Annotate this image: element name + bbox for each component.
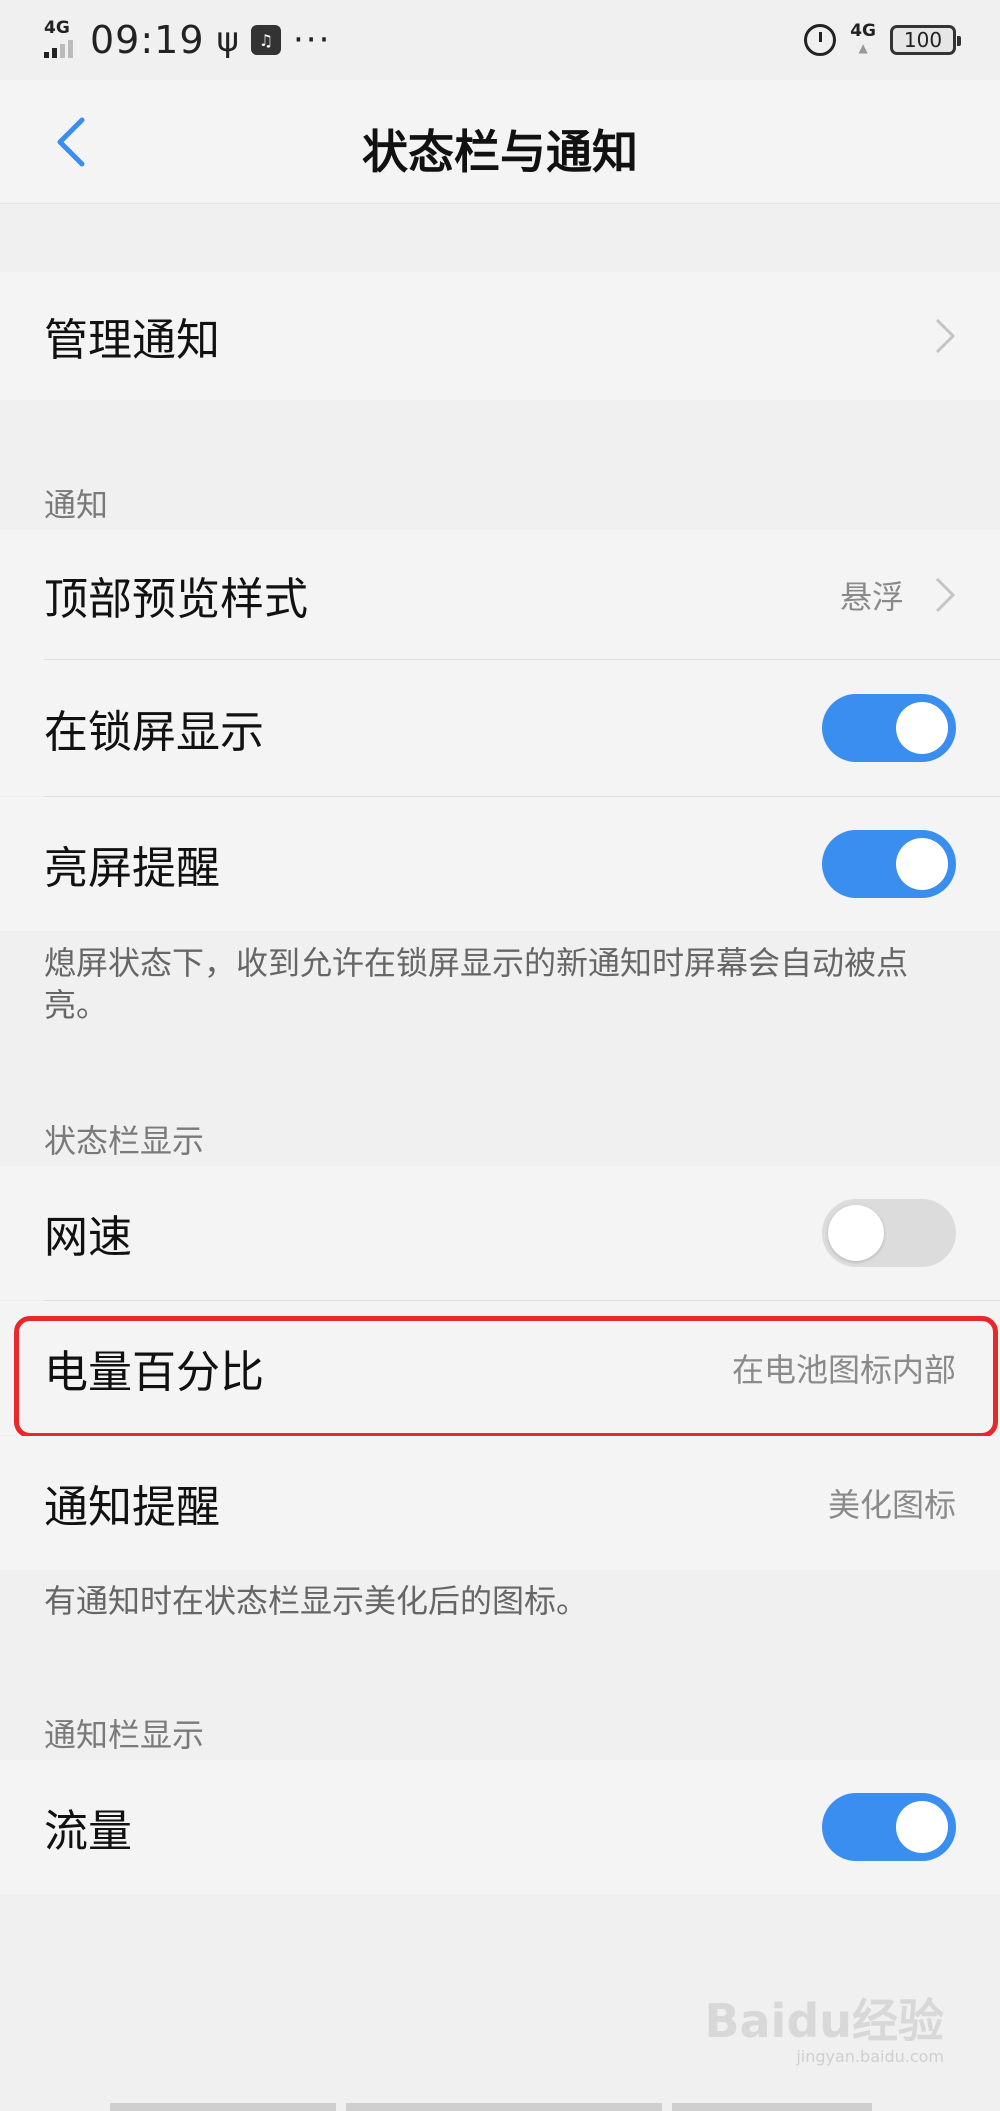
wake-screen-reminder-row[interactable]: 亮屏提醒 xyxy=(0,797,1000,931)
watermark-url: jingyan.baidu.com xyxy=(796,2047,944,2066)
more-notifications-icon: ··· xyxy=(292,20,332,60)
baidu-jingyan-watermark: Baidu经验 jingyan.baidu.com xyxy=(704,1985,944,2066)
net-speed-toggle[interactable] xyxy=(822,1199,956,1267)
toggle-knob xyxy=(896,838,948,890)
signal-icon: 4G xyxy=(44,20,78,60)
wake-screen-description: 熄屏状态下，收到允许在锁屏显示的新通知时屏幕会自动被点亮。 xyxy=(44,944,909,1024)
data-traffic-toggle[interactable] xyxy=(822,1793,956,1861)
battery-level: 100 xyxy=(903,28,943,52)
page-title: 状态栏与通知 xyxy=(362,125,638,179)
bottom-indicator xyxy=(110,2103,872,2111)
top-preview-style-value: 悬浮 xyxy=(839,578,904,616)
network-type: 4G xyxy=(44,18,70,38)
notification-reminder-row[interactable]: 通知提醒 美化图标 xyxy=(0,1436,1000,1570)
toggle-knob xyxy=(896,1801,948,1853)
toggle-knob xyxy=(896,702,948,754)
alarm-icon xyxy=(804,24,837,56)
app-notification-icon: ♫ xyxy=(250,25,281,55)
watermark-logo: Baidu经验 xyxy=(704,1994,944,2048)
manage-notifications-row[interactable]: 管理通知 xyxy=(0,272,1000,400)
chevron-right-icon xyxy=(935,318,956,354)
usb-icon: ψ xyxy=(216,20,239,60)
net-speed-label: 网速 xyxy=(44,1212,132,1263)
title-bar: 状态栏与通知 xyxy=(0,80,1000,204)
wake-screen-reminder-label: 亮屏提醒 xyxy=(44,843,220,894)
lock-screen-display-row[interactable]: 在锁屏显示 xyxy=(0,660,1000,796)
chevron-right-icon xyxy=(935,577,956,613)
top-preview-style-row[interactable]: 顶部预览样式 悬浮 xyxy=(0,530,1000,660)
section-header-notifications: 通知 xyxy=(44,486,109,524)
clock: 09:19 xyxy=(90,18,205,62)
toggle-knob xyxy=(828,1205,884,1261)
battery-icon: 100 xyxy=(890,25,961,55)
highlight-box xyxy=(14,1316,998,1438)
network-indicator: 4G ▲ xyxy=(850,21,876,56)
notification-reminder-value: 美化图标 xyxy=(827,1486,956,1524)
lock-screen-display-label: 在锁屏显示 xyxy=(44,707,264,758)
top-preview-style-label: 顶部预览样式 xyxy=(44,574,308,625)
lock-screen-display-toggle[interactable] xyxy=(822,694,956,762)
system-status-bar: 4G 09:19 ψ ♫ ··· 4G ▲ 100 xyxy=(0,0,1000,80)
net-speed-row[interactable]: 网速 xyxy=(0,1166,1000,1300)
wake-screen-reminder-toggle[interactable] xyxy=(822,830,956,898)
section-header-notification-bar: 通知栏显示 xyxy=(44,1716,205,1754)
section-header-status-bar: 状态栏显示 xyxy=(44,1122,205,1160)
manage-notifications-label: 管理通知 xyxy=(44,315,220,366)
notification-reminder-label: 通知提醒 xyxy=(44,1482,220,1533)
data-traffic-row[interactable]: 流量 xyxy=(0,1760,1000,1894)
data-traffic-label: 流量 xyxy=(44,1806,132,1857)
notification-reminder-description: 有通知时在状态栏显示美化后的图标。 xyxy=(44,1582,589,1620)
